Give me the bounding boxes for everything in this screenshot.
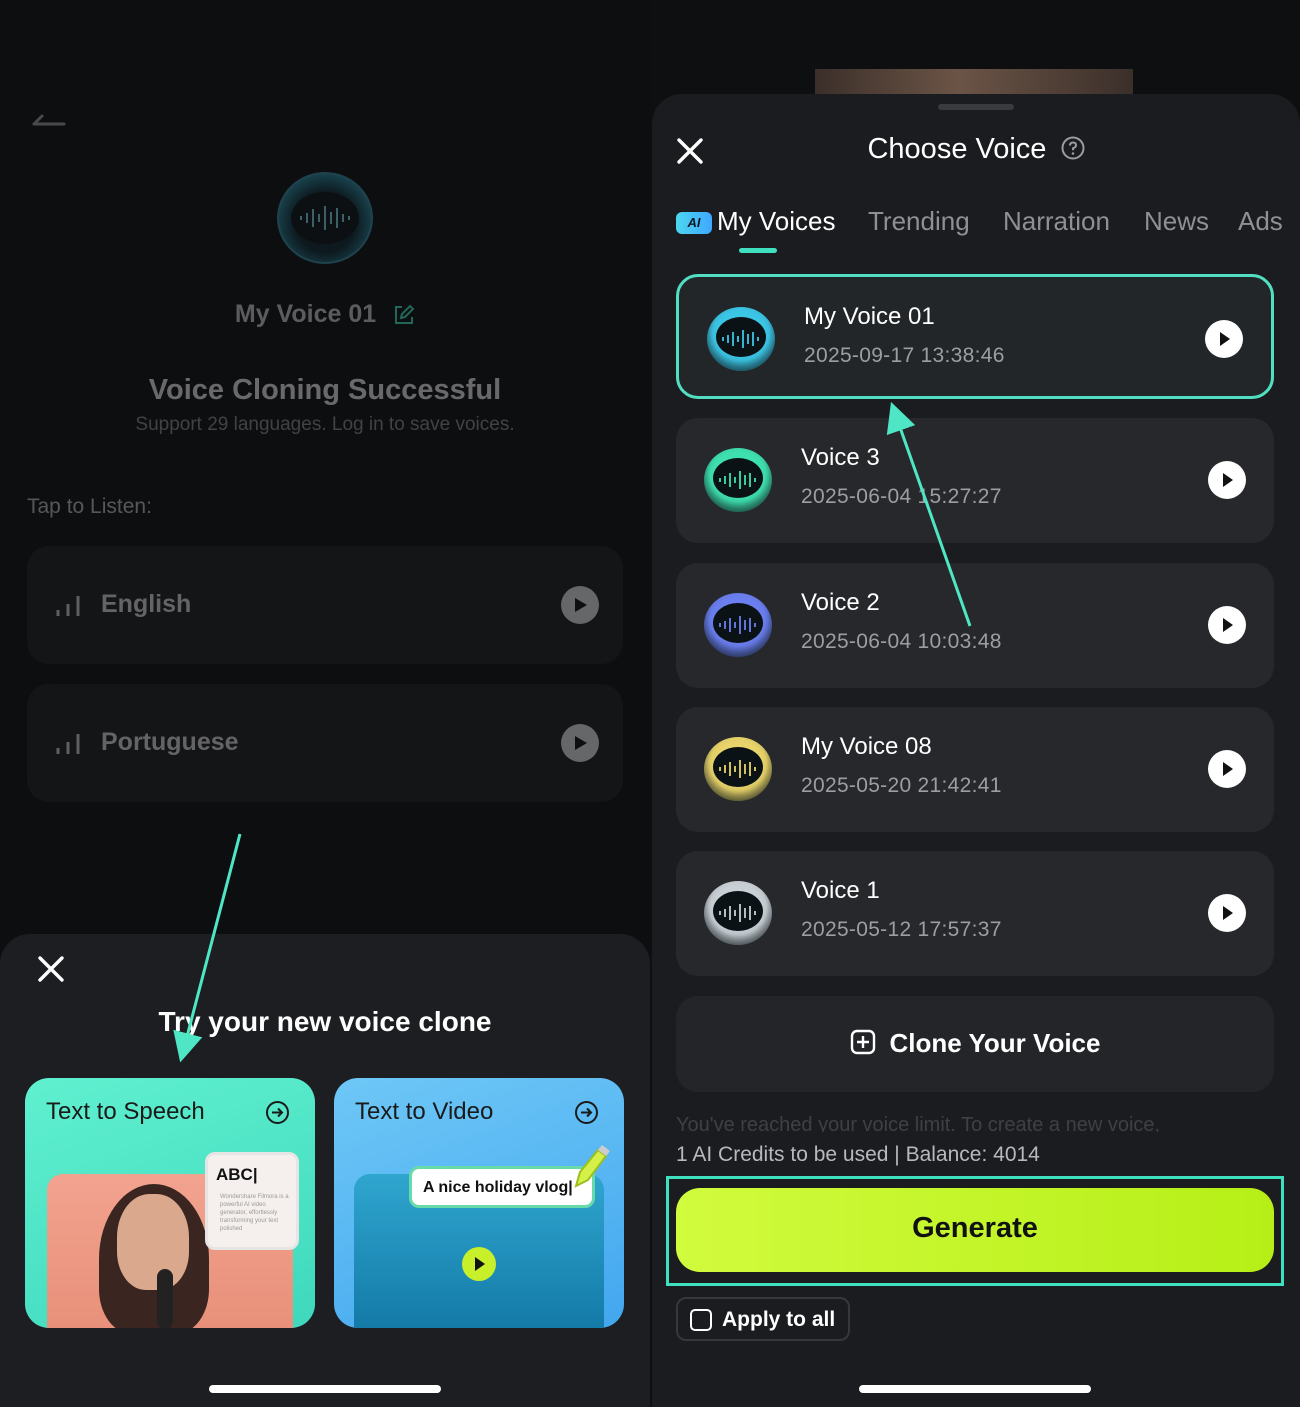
sheet-title: Choose Voice bbox=[652, 133, 1300, 166]
voice-card[interactable]: My Voice 01 2025-09-17 13:38:46 bbox=[676, 274, 1274, 399]
pencil-icon bbox=[574, 1145, 610, 1188]
language-label: Portuguese bbox=[101, 728, 239, 756]
ai-badge: AI bbox=[676, 212, 712, 234]
choose-voice-screen: Choose Voice AI My Voices Trending Narrat… bbox=[650, 0, 1300, 1407]
play-icon bbox=[1223, 473, 1233, 487]
voice-date: 2025-09-17 13:38:46 bbox=[804, 344, 1005, 367]
tab-news[interactable]: News bbox=[1144, 206, 1209, 237]
card-label: Text to Speech bbox=[46, 1098, 205, 1125]
card-label: Text to Video bbox=[355, 1098, 494, 1125]
success-title: Voice Cloning Successful bbox=[148, 374, 502, 406]
voice-name-text: My Voice 01 bbox=[234, 300, 377, 328]
text-to-speech-card[interactable]: Text to Speech ABC| Wondershare Filmora … bbox=[25, 1078, 315, 1328]
generate-button[interactable]: Generate bbox=[676, 1188, 1274, 1272]
text-bubble: ABC| Wondershare Filmora is a powerful A… bbox=[205, 1152, 299, 1250]
add-square-icon bbox=[850, 1029, 875, 1055]
text-to-video-card[interactable]: Text to Video A nice holiday vlog| bbox=[334, 1078, 624, 1328]
bubble-text: ABC| bbox=[216, 1165, 258, 1184]
sheet-grabber[interactable] bbox=[938, 104, 1014, 110]
help-icon[interactable] bbox=[1061, 136, 1085, 160]
play-button[interactable] bbox=[1208, 461, 1246, 499]
home-indicator bbox=[859, 1385, 1091, 1393]
voice-avatar-icon bbox=[277, 172, 373, 264]
sheet-title: Try your new voice clone bbox=[158, 1006, 492, 1037]
voice-date: 2025-05-12 17:57:37 bbox=[801, 918, 1002, 941]
microphone-icon bbox=[157, 1269, 173, 1328]
active-tab-indicator bbox=[739, 248, 777, 253]
voice-name: My Voice 01 bbox=[804, 303, 935, 330]
arrow-right-circle-icon bbox=[575, 1101, 598, 1124]
language-row-english[interactable]: English bbox=[27, 546, 623, 664]
tab-narration[interactable]: Narration bbox=[1003, 206, 1110, 237]
voice-name: Voice 2 bbox=[801, 589, 880, 616]
play-button[interactable] bbox=[1208, 894, 1246, 932]
edit-icon[interactable] bbox=[393, 304, 415, 326]
voice-card[interactable]: Voice 3 2025-06-04 15:27:27 bbox=[676, 418, 1274, 543]
voice-card[interactable]: Voice 1 2025-05-12 17:57:37 bbox=[676, 851, 1274, 976]
play-icon bbox=[1223, 906, 1233, 920]
play-button[interactable] bbox=[1205, 320, 1243, 358]
voice-avatar-icon bbox=[704, 881, 772, 945]
play-button[interactable] bbox=[462, 1247, 496, 1281]
voice-name: My Voice 08 bbox=[801, 733, 932, 760]
close-icon[interactable] bbox=[36, 954, 66, 984]
voice-name: Voice 1 bbox=[801, 877, 880, 904]
voice-avatar-icon bbox=[704, 448, 772, 512]
play-icon bbox=[475, 1257, 485, 1271]
play-button[interactable] bbox=[561, 586, 599, 624]
text-bubble: A nice holiday vlog| bbox=[409, 1166, 595, 1208]
back-arrow-icon[interactable] bbox=[30, 102, 70, 132]
clone-your-voice-button[interactable]: Clone Your Voice bbox=[676, 996, 1274, 1092]
voice-avatar-icon bbox=[704, 593, 772, 657]
voice-name: Voice 3 bbox=[801, 444, 880, 471]
play-button[interactable] bbox=[1208, 606, 1246, 644]
play-icon bbox=[1223, 762, 1233, 776]
play-button[interactable] bbox=[1208, 750, 1246, 788]
checkbox-icon bbox=[690, 1309, 712, 1331]
play-icon bbox=[575, 736, 587, 750]
tab-label: My Voices bbox=[717, 206, 836, 236]
voice-date: 2025-06-04 10:03:48 bbox=[801, 630, 1002, 653]
play-icon bbox=[575, 598, 587, 612]
clone-label: Clone Your Voice bbox=[889, 1028, 1101, 1058]
try-voice-sheet: Try your new voice clone Text to Speech bbox=[0, 934, 650, 1407]
play-button[interactable] bbox=[561, 724, 599, 762]
home-indicator bbox=[209, 1385, 441, 1393]
bubble-fine-text: Wondershare Filmora is a powerful AI vid… bbox=[220, 1194, 289, 1232]
credits-balance: 1 AI Credits to be used | Balance: 4014 bbox=[676, 1143, 1040, 1166]
generate-label: Generate bbox=[912, 1212, 1038, 1244]
play-icon bbox=[1223, 618, 1233, 632]
tab-my-voices[interactable]: AI My Voices bbox=[676, 206, 836, 237]
audio-bars-icon bbox=[56, 596, 80, 616]
voice-card[interactable]: My Voice 08 2025-05-20 21:42:41 bbox=[676, 707, 1274, 832]
apply-to-all-checkbox[interactable]: Apply to all bbox=[676, 1297, 850, 1341]
voice-date: 2025-05-20 21:42:41 bbox=[801, 774, 1002, 797]
voice-date: 2025-06-04 15:27:27 bbox=[801, 485, 1002, 508]
audio-bars-icon bbox=[56, 734, 80, 754]
sheet-title-text: Choose Voice bbox=[867, 133, 1047, 165]
voice-avatar-icon bbox=[704, 737, 772, 801]
apply-to-all-label: Apply to all bbox=[722, 1308, 836, 1331]
voice-limit-notice: You've reached your voice limit. To crea… bbox=[676, 1114, 1161, 1132]
arrow-right-circle-icon bbox=[266, 1101, 289, 1124]
voice-avatar-icon bbox=[707, 307, 775, 371]
play-icon bbox=[1220, 332, 1230, 346]
tap-to-listen-label: Tap to Listen: bbox=[27, 495, 152, 518]
voice-card[interactable]: Voice 2 2025-06-04 10:03:48 bbox=[676, 563, 1274, 688]
voice-name-title: My Voice 01 bbox=[0, 300, 650, 329]
choose-voice-sheet: Choose Voice AI My Voices Trending Narrat… bbox=[652, 94, 1300, 1407]
tab-ads[interactable]: Ads bbox=[1238, 206, 1283, 237]
bubble-text: A nice holiday vlog| bbox=[423, 1179, 573, 1196]
language-row-portuguese[interactable]: Portuguese bbox=[27, 684, 623, 802]
voice-clone-result-screen: My Voice 01 Voice Cloning Successful Sup… bbox=[0, 0, 650, 1407]
success-subtitle: Support 29 languages. Log in to save voi… bbox=[135, 414, 515, 435]
tab-trending[interactable]: Trending bbox=[868, 206, 970, 237]
language-label: English bbox=[101, 590, 192, 618]
